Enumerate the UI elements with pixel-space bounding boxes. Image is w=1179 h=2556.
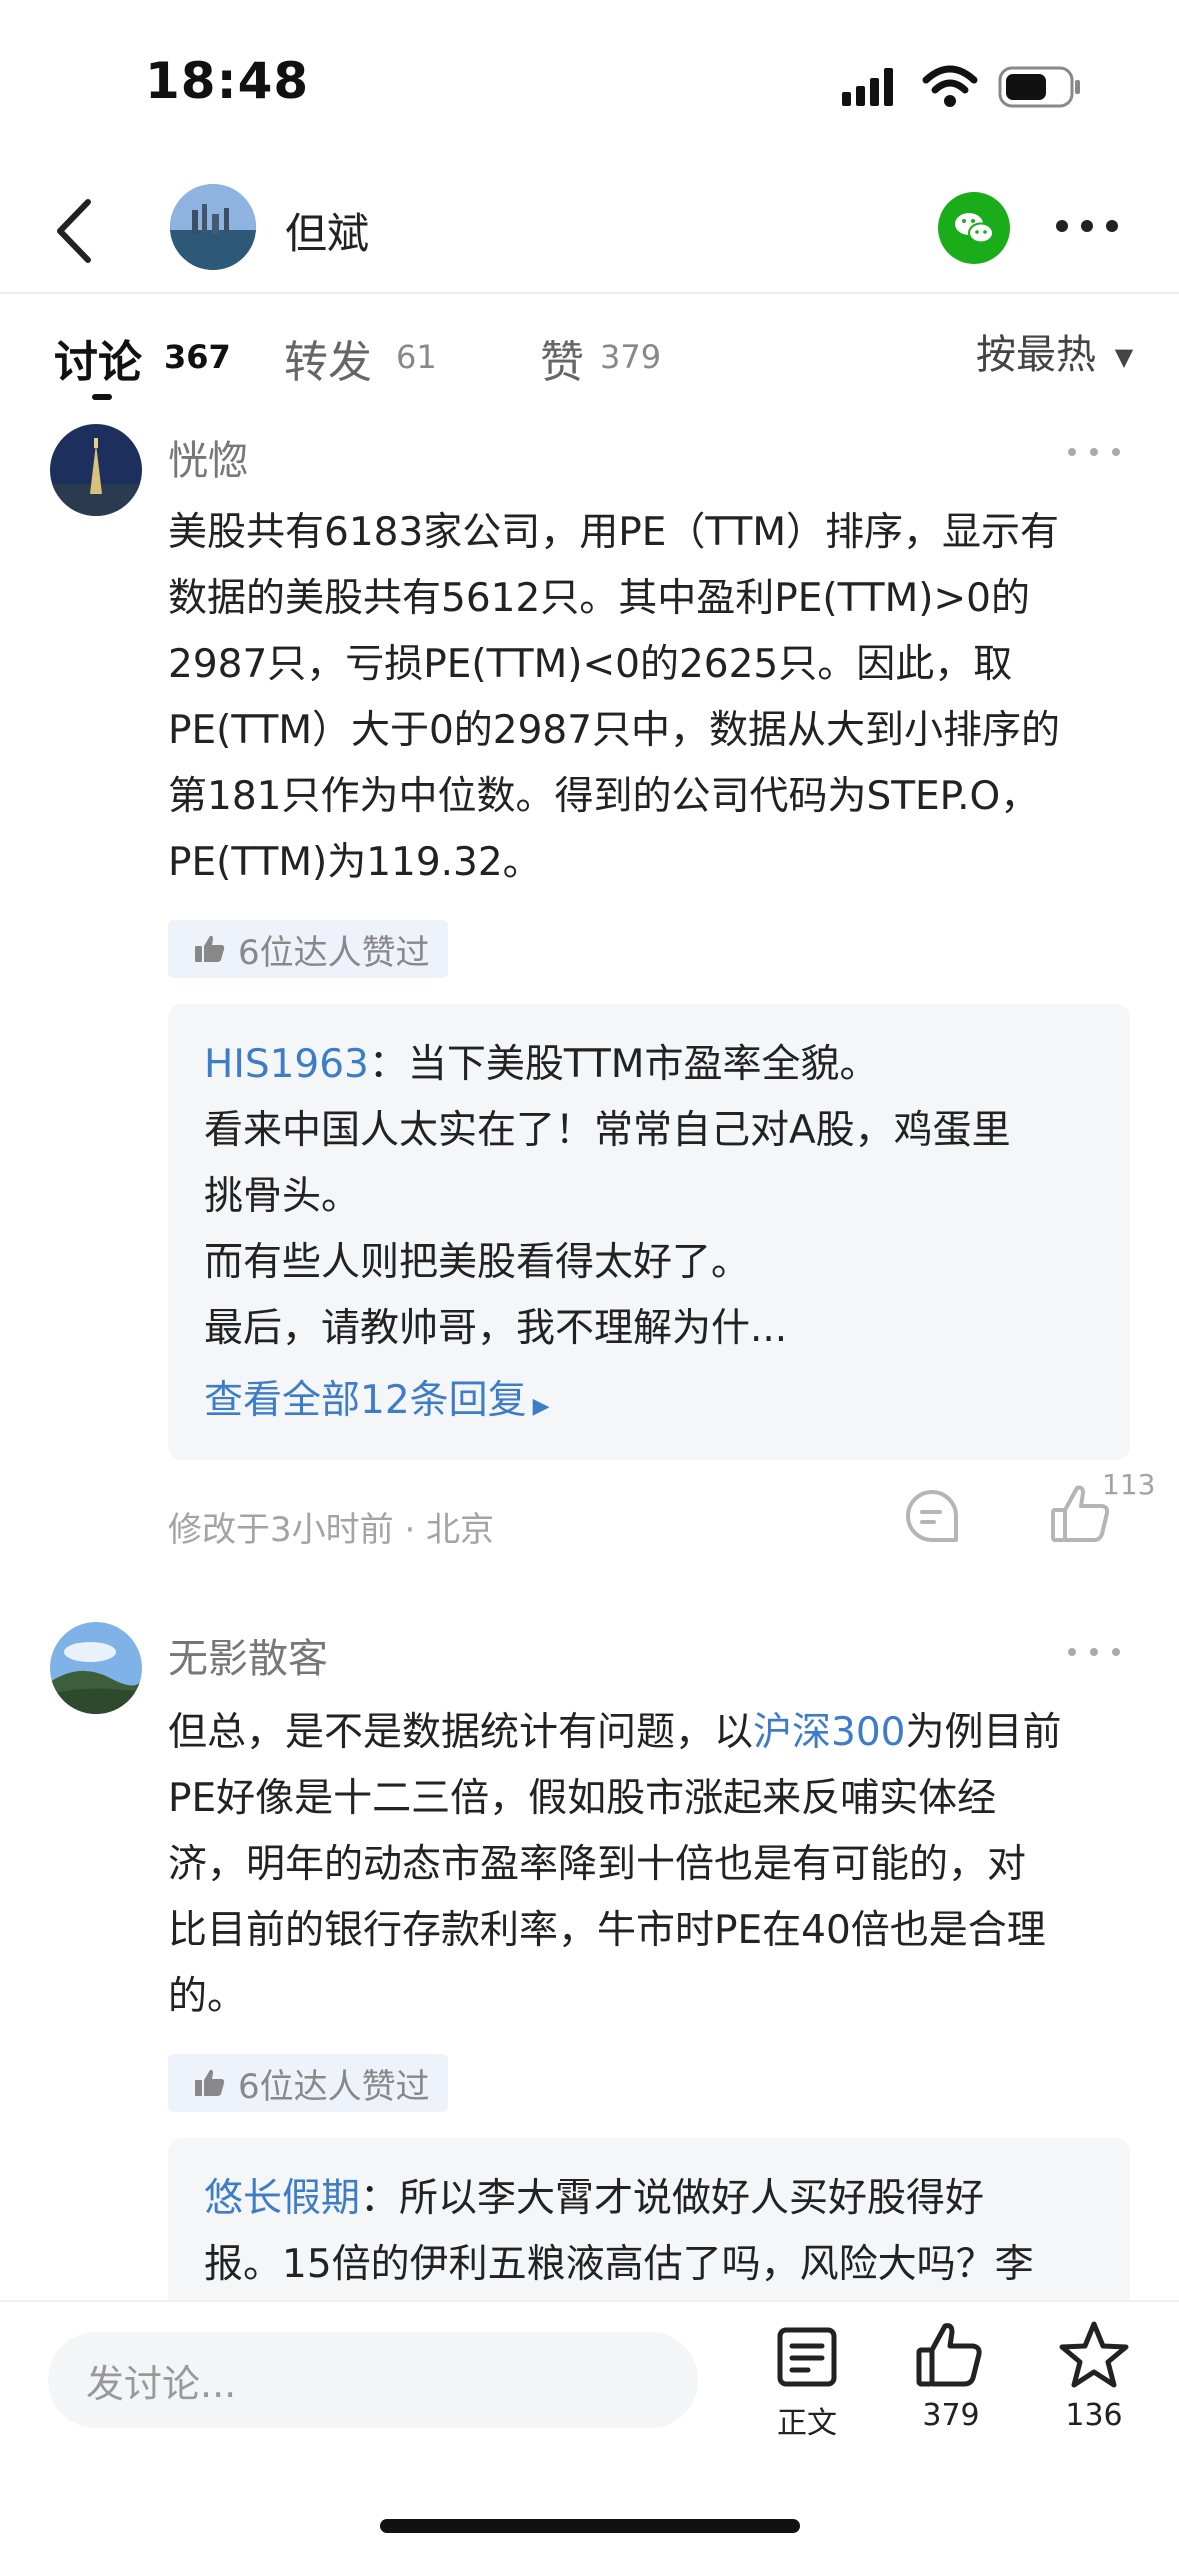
view-all-replies-link[interactable]: 查看全部12条回复 ▶ xyxy=(204,1368,1094,1440)
view-all-label: 查看全部12条回复 xyxy=(204,1378,527,1423)
tab-discussion[interactable]: 讨论 xyxy=(54,326,142,390)
tab-likes-count: 379 xyxy=(600,338,662,376)
reply-body: 悠长假期：所以李大霄才说做好人买好股得好 报。15倍的伊利五粮液高估了吗，风险大… xyxy=(204,2166,1094,2298)
comment-text: 但总，是不是数据统计有问题，以 xyxy=(168,1710,754,1755)
reply-line: 悠长假期：所以李大霄才说做好人买好股得好 xyxy=(204,2166,1094,2232)
article-icon[interactable] xyxy=(776,2326,838,2388)
discussion-input[interactable]: 发讨论... xyxy=(48,2332,698,2428)
thumbs-up-icon xyxy=(195,2069,225,2096)
reply-line: 最后，请教帅哥，我不理解为什... xyxy=(204,1306,788,1351)
comment-line: 济，明年的动态市盈率降到十倍也是有可能的，对 xyxy=(168,1842,1027,1887)
wifi-icon xyxy=(922,65,978,107)
signal-icon xyxy=(842,68,893,106)
caret-right-icon: ▶ xyxy=(532,1394,550,1419)
comment-line: 的。 xyxy=(168,1974,247,2019)
comment-body: 美股共有6183家公司，用PE（TTM）排序，显示有 数据的美股共有5612只。… xyxy=(168,500,1130,896)
more-icon[interactable] xyxy=(1052,206,1122,246)
article-label[interactable]: 正文 xyxy=(747,2398,867,2442)
status-time: 18:48 xyxy=(145,52,310,110)
author-name[interactable]: 但斌 xyxy=(285,200,369,261)
reply-body: HIS1963：当下美股TTM市盈率全貌。 看来中国人太实在了！常常自己对A股，… xyxy=(204,1032,1094,1440)
comment-author[interactable]: 恍惚 xyxy=(168,428,248,486)
reply-author[interactable]: 悠长假期 xyxy=(204,2176,360,2221)
tab-active-indicator xyxy=(92,394,112,400)
comment-like-count: 113 xyxy=(1102,1468,1156,1501)
stock-link[interactable]: 沪深300 xyxy=(753,1710,905,1755)
author-avatar[interactable] xyxy=(170,184,256,270)
liked-by-label: 6位达人赞过 xyxy=(238,932,430,973)
thumbs-up-icon xyxy=(195,935,225,962)
comment-line: PE(TTM）大于0的2987只中，数据从大到小排序的 xyxy=(168,708,1061,753)
thumbs-up-icon[interactable] xyxy=(916,2322,984,2388)
comment-line: 第181只作为中位数。得到的公司代码为STEP.O， xyxy=(168,774,1040,819)
wechat-icon[interactable] xyxy=(938,192,1010,264)
header-divider xyxy=(0,292,1179,294)
reply-line: 看来中国人太实在了！常常自己对A股，鸡蛋里 xyxy=(204,1108,1011,1153)
battery-icon xyxy=(998,66,1080,108)
liked-by-label: 6位达人赞过 xyxy=(238,2066,430,2107)
reply-first-line: ：所以李大霄才说做好人买好股得好 xyxy=(360,2176,985,2221)
comment-avatar[interactable] xyxy=(50,424,142,516)
reply-first-line: ：当下美股TTM市盈率全貌。 xyxy=(368,1042,879,1087)
reply-preview[interactable]: HIS1963：当下美股TTM市盈率全貌。 看来中国人太实在了！常常自己对A股，… xyxy=(168,1004,1130,1460)
input-placeholder: 发讨论... xyxy=(86,2361,237,2406)
comment-meta: 修改于3小时前 · 北京 xyxy=(168,1510,495,1550)
reply-line: 挑骨头。 xyxy=(204,1174,361,1219)
star-icon[interactable] xyxy=(1058,2320,1130,2390)
tab-likes[interactable]: 赞 xyxy=(540,326,584,390)
comment-more-icon[interactable] xyxy=(1064,442,1124,462)
comment-line: 2987只，亏损PE(TTM)<0的2625只。因此，取 xyxy=(168,642,1013,687)
comment-line: 但总，是不是数据统计有问题，以沪深300为例目前 xyxy=(168,1700,1130,1766)
sort-dropdown[interactable]: 按最热 ▼ xyxy=(976,322,1133,380)
reply-author[interactable]: HIS1963 xyxy=(204,1042,369,1087)
favorite-count: 136 xyxy=(1065,2398,1123,2433)
caret-down-icon: ▼ xyxy=(1114,343,1134,371)
bottom-divider xyxy=(0,2300,1179,2302)
tab-repost-count: 61 xyxy=(396,338,437,376)
comment-avatar[interactable] xyxy=(50,1622,142,1714)
liked-by-badge[interactable]: 6位达人赞过 xyxy=(168,2054,448,2112)
comment-line: PE好像是十二三倍，假如股市涨起来反哺实体经 xyxy=(168,1776,997,1821)
reply-line: HIS1963：当下美股TTM市盈率全貌。 xyxy=(204,1032,1094,1098)
comment-text: 为例目前 xyxy=(905,1710,1062,1755)
like-count: 379 xyxy=(922,2398,980,2433)
comment-more-icon[interactable] xyxy=(1064,1642,1124,1662)
comment-line: PE(TTM)为119.32。 xyxy=(168,840,542,885)
comment-line: 比目前的银行存款利率，牛市时PE在40倍也是合理 xyxy=(168,1908,1046,1953)
tab-discussion-count: 367 xyxy=(164,338,231,376)
tab-repost[interactable]: 转发 xyxy=(284,326,372,390)
sort-label: 按最热 xyxy=(976,332,1096,378)
reply-line: 而有些人则把美股看得太好了。 xyxy=(204,1240,751,1285)
comment-line: 数据的美股共有5612只。其中盈利PE(TTM)>0的 xyxy=(168,576,1030,621)
reply-line: 报。15倍的伊利五粮液高估了吗，风险大吗？李 xyxy=(204,2242,1034,2287)
home-indicator xyxy=(380,2519,800,2533)
liked-by-badge[interactable]: 6位达人赞过 xyxy=(168,920,448,978)
back-icon[interactable] xyxy=(48,196,108,266)
comment-icon[interactable] xyxy=(904,1488,960,1544)
comment-author[interactable]: 无影散客 xyxy=(168,1626,328,1684)
comment-body: 但总，是不是数据统计有问题，以沪深300为例目前 PE好像是十二三倍，假如股市涨… xyxy=(168,1700,1130,2030)
comment-line: 美股共有6183家公司，用PE（TTM）排序，显示有 xyxy=(168,510,1060,555)
